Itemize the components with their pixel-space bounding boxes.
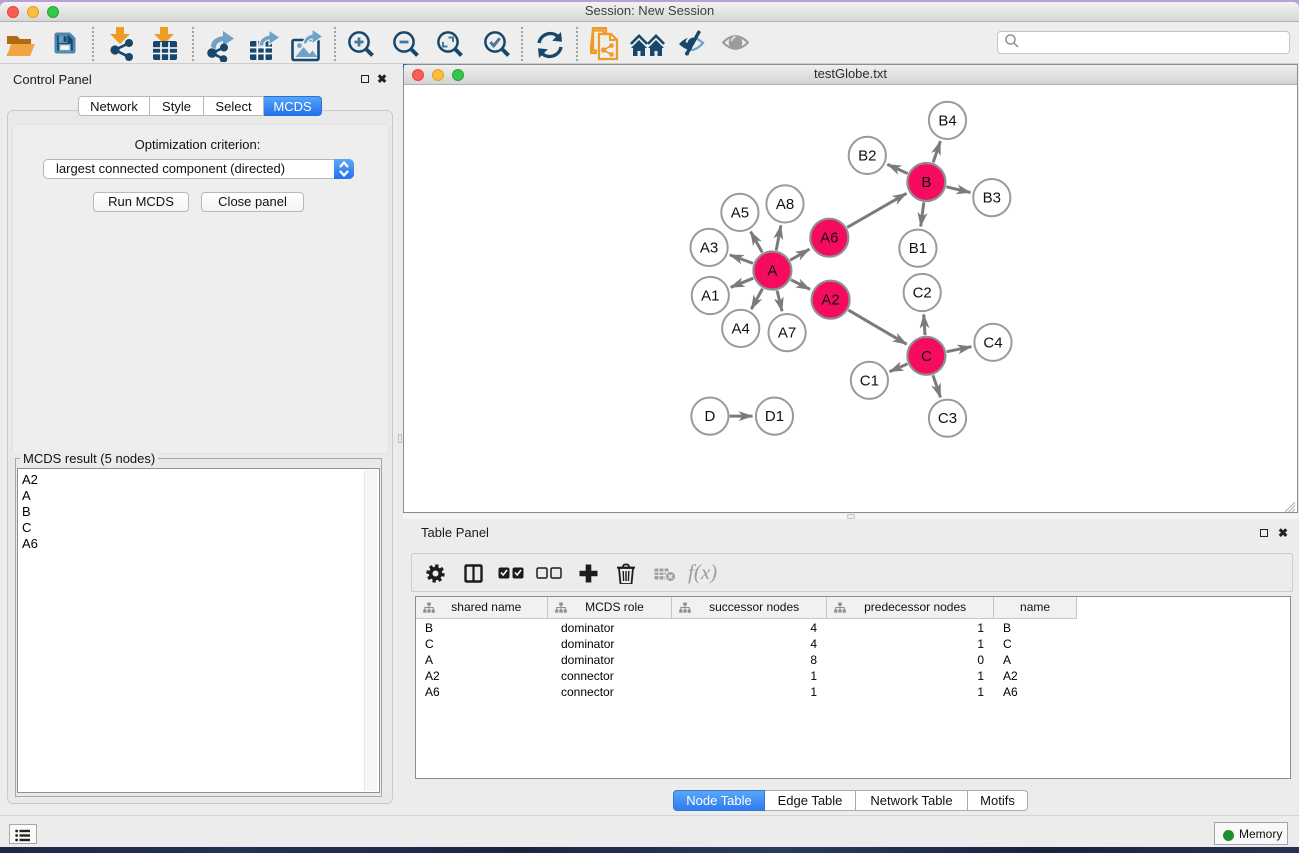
svg-text:A1: A1 [701, 288, 719, 305]
svg-text:D: D [704, 408, 715, 425]
svg-text:D1: D1 [765, 408, 784, 425]
svg-text:C1: C1 [860, 372, 879, 389]
svg-text:A8: A8 [776, 196, 794, 213]
svg-text:A6: A6 [820, 230, 838, 247]
svg-text:B1: B1 [909, 240, 927, 257]
svg-text:C3: C3 [938, 410, 957, 427]
svg-text:B: B [921, 174, 931, 191]
svg-text:A2: A2 [821, 292, 839, 309]
svg-text:B4: B4 [938, 112, 956, 129]
svg-text:B2: B2 [858, 147, 876, 164]
svg-text:B3: B3 [983, 190, 1001, 207]
svg-text:A4: A4 [732, 320, 750, 337]
svg-text:C2: C2 [913, 285, 932, 302]
svg-text:A5: A5 [731, 204, 749, 221]
svg-text:A7: A7 [778, 325, 796, 342]
svg-text:A3: A3 [700, 239, 718, 256]
svg-text:A: A [767, 263, 777, 280]
svg-text:C4: C4 [983, 334, 1002, 351]
svg-text:C: C [921, 348, 932, 365]
